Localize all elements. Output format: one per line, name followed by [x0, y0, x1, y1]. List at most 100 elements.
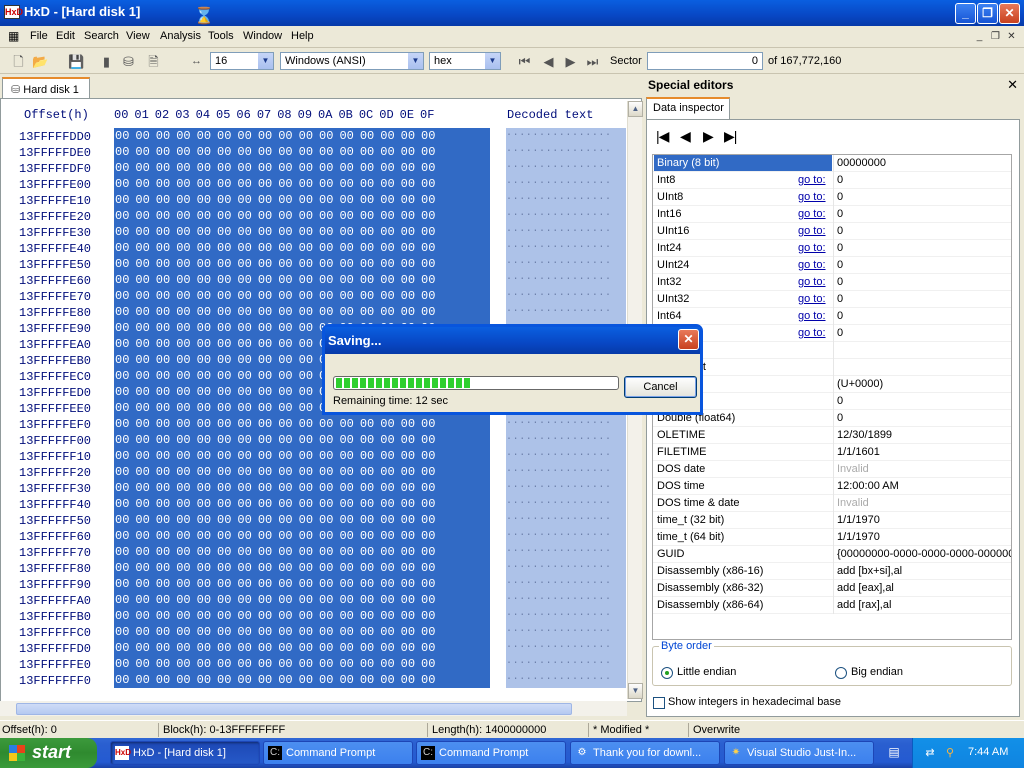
hex-row[interactable]: 00 00 00 00 00 00 00 00 00 00 00 00 00 0…	[114, 464, 490, 480]
goto-link[interactable]: go to:	[798, 191, 826, 203]
base-select[interactable]: hex ▼	[429, 52, 501, 70]
start-button[interactable]: start	[0, 738, 97, 768]
charset-select[interactable]: Windows (ANSI) ▼	[280, 52, 424, 70]
inspector-row[interactable]: DOS date Invalid	[653, 461, 1011, 478]
first-sector-icon[interactable]: ⏮	[516, 53, 533, 70]
hex-row[interactable]: 00 00 00 00 00 00 00 00 00 00 00 00 00 0…	[114, 448, 490, 464]
menu-edit[interactable]: Edit	[56, 30, 75, 42]
inspector-row[interactable]: Int8 go to: 0	[653, 172, 1011, 189]
decoded-row[interactable]: ................	[506, 272, 626, 288]
horizontal-scroll-thumb[interactable]	[16, 703, 572, 715]
inspector-value[interactable]: add [rax],al	[837, 599, 1011, 611]
inspector-row[interactable]: UInt32 go to: 0	[653, 291, 1011, 308]
hex-row[interactable]: 00 00 00 00 00 00 00 00 00 00 00 00 00 0…	[114, 240, 490, 256]
decoded-row[interactable]: ................	[506, 192, 626, 208]
decoded-row[interactable]: ................	[506, 480, 626, 496]
hex-row[interactable]: 00 00 00 00 00 00 00 00 00 00 00 00 00 0…	[114, 160, 490, 176]
hex-row[interactable]: 00 00 00 00 00 00 00 00 00 00 00 00 00 0…	[114, 272, 490, 288]
dialog-close-button[interactable]: ✕	[678, 329, 699, 350]
inspector-row[interactable]: Double (float64) 0	[653, 410, 1011, 427]
inspector-value[interactable]: 0	[837, 395, 1011, 407]
hex-row[interactable]: 00 00 00 00 00 00 00 00 00 00 00 00 00 0…	[114, 544, 490, 560]
inspector-row[interactable]: / char8_t	[653, 342, 1011, 359]
goto-link[interactable]: go to:	[798, 276, 826, 288]
save-icon[interactable]: 💾	[68, 53, 85, 70]
task-hxd[interactable]: HxD HxD - [Hard disk 1]	[110, 741, 260, 765]
decoded-row[interactable]: ................	[506, 592, 626, 608]
inspector-row[interactable]: Disassembly (x86-16) add [bx+si],al	[653, 563, 1011, 580]
inspector-value[interactable]: Invalid	[837, 463, 1011, 475]
decoded-row[interactable]: ................	[506, 544, 626, 560]
inspector-value[interactable]: 1/1/1601	[837, 446, 1011, 458]
inspector-value[interactable]: 0	[837, 276, 1011, 288]
inspector-row[interactable]: go to: 0	[653, 325, 1011, 342]
hex-row[interactable]: 00 00 00 00 00 00 00 00 00 00 00 00 00 0…	[114, 256, 490, 272]
mdi-restore-icon[interactable]: ❐	[988, 30, 1003, 44]
inspector-row[interactable]: Int16 go to: 0	[653, 206, 1011, 223]
task-command-prompt-2[interactable]: C: Command Prompt	[416, 741, 566, 765]
hex-row[interactable]: 00 00 00 00 00 00 00 00 00 00 00 00 00 0…	[114, 304, 490, 320]
inspector-value[interactable]: add [eax],al	[837, 582, 1011, 594]
decoded-row[interactable]: ................	[506, 176, 626, 192]
inspector-row[interactable]: Disassembly (x86-32) add [eax],al	[653, 580, 1011, 597]
hex-row[interactable]: 00 00 00 00 00 00 00 00 00 00 00 00 00 0…	[114, 576, 490, 592]
goto-link[interactable]: go to:	[798, 208, 826, 220]
hex-row[interactable]: 00 00 00 00 00 00 00 00 00 00 00 00 00 0…	[114, 528, 490, 544]
scroll-up-icon[interactable]: ▲	[628, 101, 643, 117]
hex-row[interactable]: 00 00 00 00 00 00 00 00 00 00 00 00 00 0…	[114, 192, 490, 208]
keyboard-icon[interactable]: ▤	[886, 745, 902, 761]
hex-row[interactable]: 00 00 00 00 00 00 00 00 00 00 00 00 00 0…	[114, 640, 490, 656]
search-icon[interactable]: ⚲	[943, 746, 957, 760]
decoded-row[interactable]: ................	[506, 496, 626, 512]
inspector-row[interactable]: GUID {00000000-0000-0000-0000-000000	[653, 546, 1011, 563]
hex-row[interactable]: 00 00 00 00 00 00 00 00 00 00 00 00 00 0…	[114, 432, 490, 448]
inspector-value[interactable]: 12/30/1899	[837, 429, 1011, 441]
prev-sector-icon[interactable]: ◀	[540, 53, 557, 70]
decoded-row[interactable]: ................	[506, 608, 626, 624]
decoded-row[interactable]: ................	[506, 304, 626, 320]
decoded-row[interactable]: ................	[506, 560, 626, 576]
hex-row[interactable]: 00 00 00 00 00 00 00 00 00 00 00 00 00 0…	[114, 672, 490, 688]
big-endian-radio[interactable]	[835, 667, 847, 679]
inspector-row[interactable]: Int24 go to: 0	[653, 240, 1011, 257]
hex-row[interactable]: 00 00 00 00 00 00 00 00 00 00 00 00 00 0…	[114, 176, 490, 192]
sector-input[interactable]: 0	[647, 52, 763, 70]
open-folder-icon[interactable]: 📂	[32, 53, 49, 70]
prev-icon[interactable]: ◀	[680, 128, 691, 145]
menu-help[interactable]: Help	[291, 30, 314, 42]
next-sector-icon[interactable]: ▶	[562, 53, 579, 70]
goto-link[interactable]: go to:	[798, 259, 826, 271]
last-icon[interactable]: ▶|	[724, 128, 737, 145]
scroll-down-icon[interactable]: ▼	[628, 683, 643, 699]
inspector-row[interactable]: DOS time & date Invalid	[653, 495, 1011, 512]
inspector-row[interactable]: OLETIME 12/30/1899	[653, 427, 1011, 444]
goto-link[interactable]: go to:	[798, 242, 826, 254]
inspector-value[interactable]: 1/1/1970	[837, 514, 1011, 526]
decoded-row[interactable]: ................	[506, 256, 626, 272]
inspector-row[interactable]: time_t (32 bit) 1/1/1970	[653, 512, 1011, 529]
next-icon[interactable]: ▶	[703, 128, 714, 145]
inspector-value[interactable]: Invalid	[837, 497, 1011, 509]
hex-row[interactable]: 00 00 00 00 00 00 00 00 00 00 00 00 00 0…	[114, 288, 490, 304]
goto-link[interactable]: go to:	[798, 225, 826, 237]
inspector-row[interactable]: de point (U+0000)	[653, 376, 1011, 393]
decoded-row[interactable]: ................	[506, 224, 626, 240]
inspector-value[interactable]: 0	[837, 242, 1011, 254]
inspector-row[interactable]: time_t (64 bit) 1/1/1970	[653, 529, 1011, 546]
decoded-row[interactable]: ................	[506, 512, 626, 528]
inspector-row[interactable]: UInt8 go to: 0	[653, 189, 1011, 206]
document-icon[interactable]: ▦	[8, 29, 19, 43]
little-endian-radio[interactable]	[661, 667, 673, 679]
cancel-button[interactable]: Cancel	[624, 376, 697, 398]
task-thank-you[interactable]: ⚙ Thank you for downl...	[570, 741, 720, 765]
hex-row[interactable]: 00 00 00 00 00 00 00 00 00 00 00 00 00 0…	[114, 128, 490, 144]
inspector-row[interactable]: / char16_t	[653, 359, 1011, 376]
decoded-row[interactable]: ................	[506, 624, 626, 640]
decoded-row[interactable]: ................	[506, 464, 626, 480]
maximize-button[interactable]: ❐	[977, 3, 998, 24]
inspector-value[interactable]: {00000000-0000-0000-0000-000000	[837, 548, 1011, 560]
hex-row[interactable]: 00 00 00 00 00 00 00 00 00 00 00 00 00 0…	[114, 512, 490, 528]
file-tools-icon[interactable]: 🗎	[145, 53, 162, 70]
hex-base-checkbox[interactable]	[653, 697, 665, 709]
inspector-value[interactable]: 0	[837, 259, 1011, 271]
